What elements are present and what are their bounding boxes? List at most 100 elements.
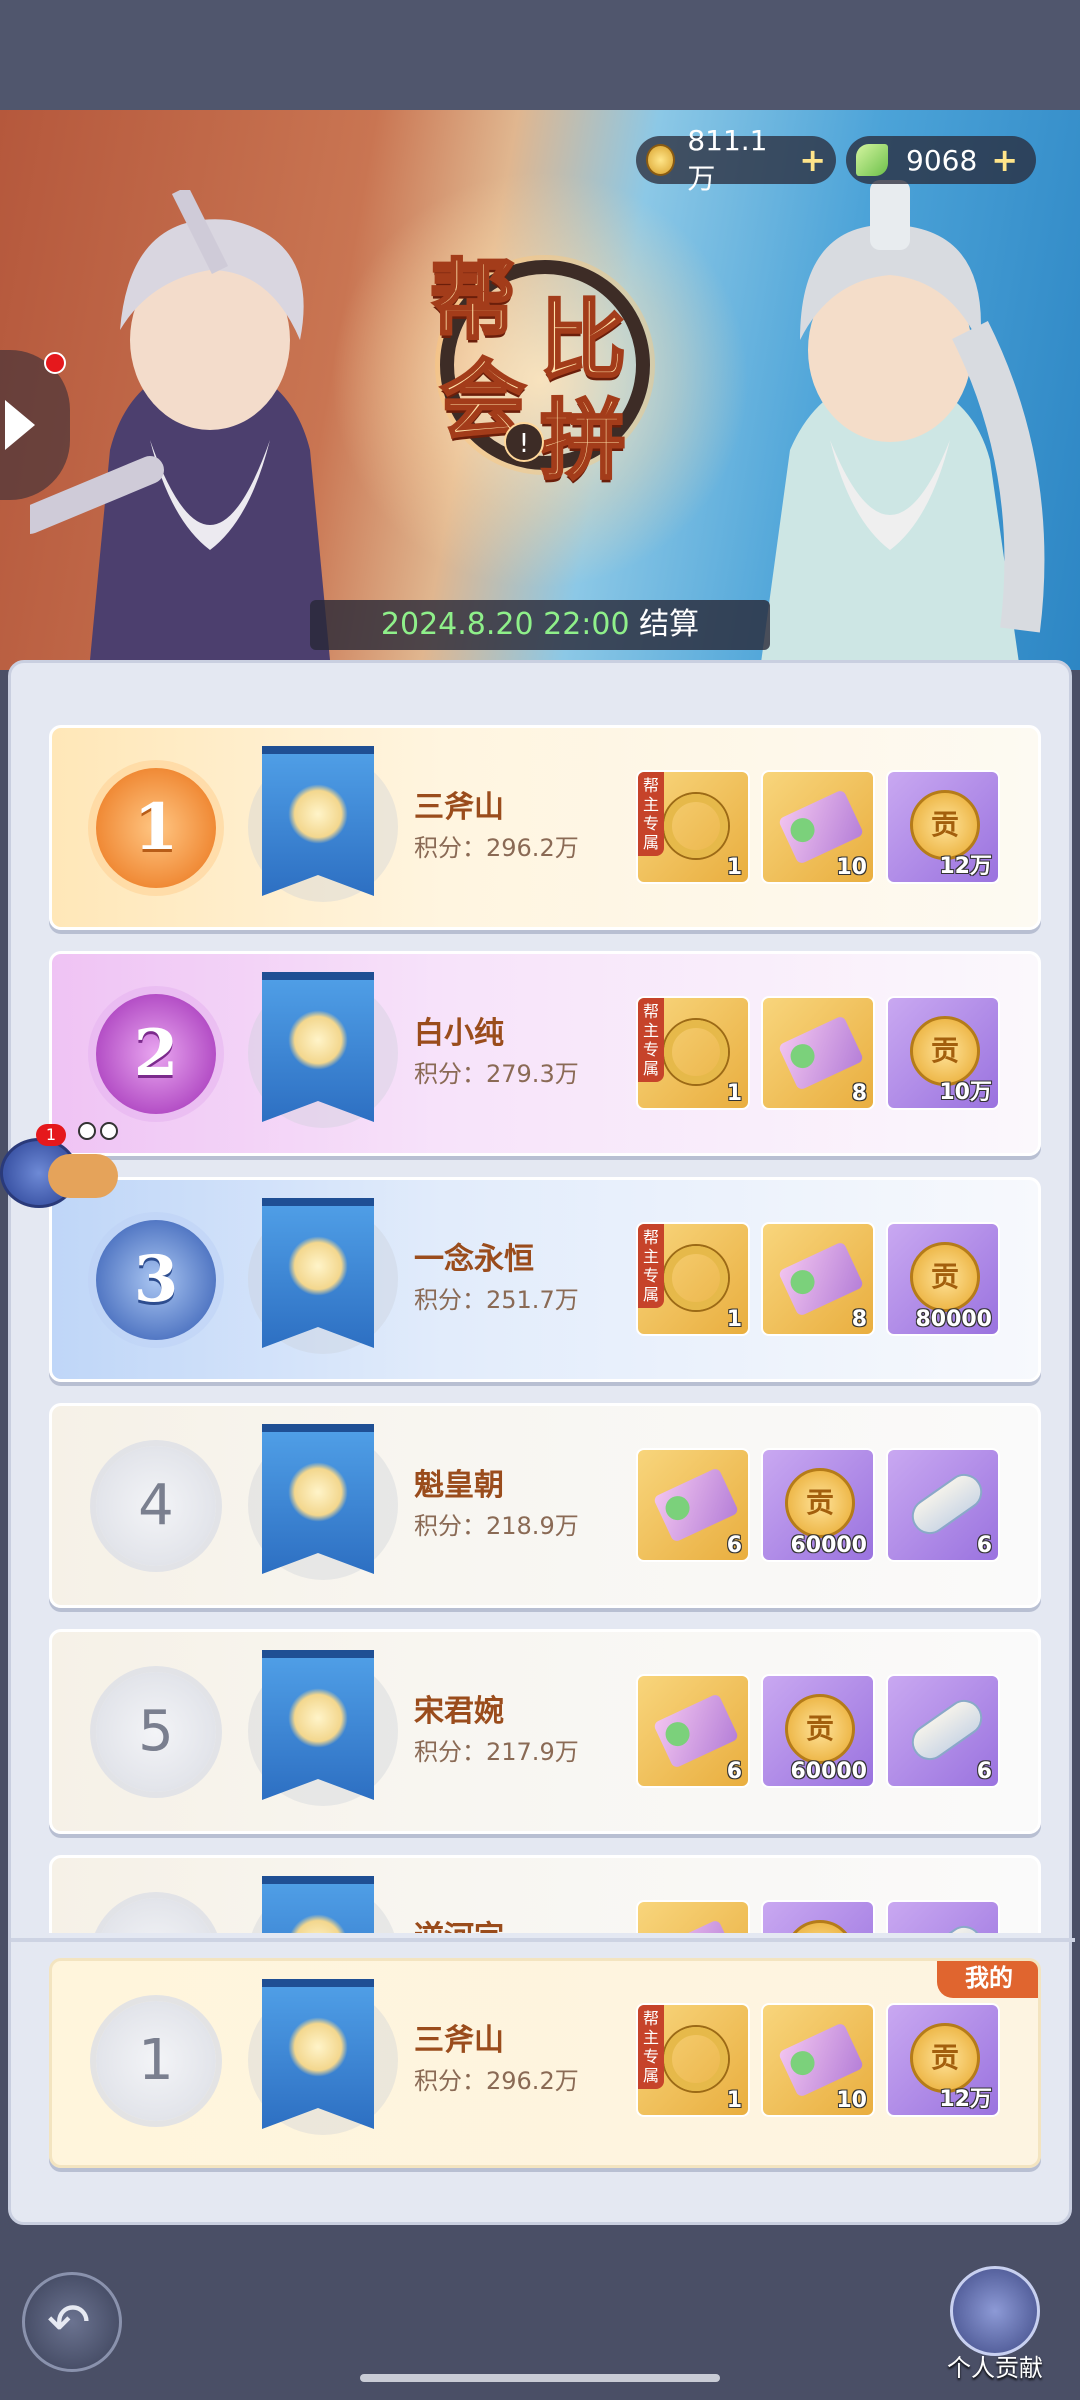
guild-name: 宋君婉 bbox=[414, 1694, 504, 1729]
rank-number: 3 bbox=[96, 1220, 216, 1340]
guild-name: 白小纯 bbox=[414, 1016, 504, 1051]
reward-count: 60000 bbox=[790, 1533, 867, 1558]
snail-body bbox=[48, 1154, 118, 1198]
gold-currency: 811.1万 + bbox=[636, 124, 836, 195]
reward-count: 12万 bbox=[939, 854, 992, 879]
reward-count: 6 bbox=[976, 1759, 992, 1784]
ring-icon bbox=[664, 794, 728, 858]
reward-medal[interactable]: 贡 10万 bbox=[886, 996, 1000, 1110]
reward-scroll[interactable]: 10 bbox=[761, 770, 875, 884]
reward-count: 12万 bbox=[939, 2087, 992, 2112]
rank-number: 4 bbox=[96, 1446, 216, 1566]
reward-count: 1 bbox=[726, 855, 742, 880]
scroll-icon bbox=[652, 1693, 740, 1769]
my-guild-row: 我的 1 三斧山 积分：296.2万 帮主专属 1 10 贡 12万 bbox=[49, 1958, 1041, 2168]
reward-ring[interactable]: 帮主专属 1 bbox=[636, 1222, 750, 1336]
ring-icon bbox=[664, 1246, 728, 1310]
back-button[interactable]: ↶ bbox=[22, 2272, 122, 2372]
elder-right-illustration bbox=[760, 180, 1045, 670]
scroll-icon bbox=[652, 1467, 740, 1543]
medal-icon: 贡 bbox=[785, 1468, 855, 1538]
add-gold-button[interactable]: + bbox=[799, 141, 826, 179]
coin-icon bbox=[646, 144, 676, 176]
leader-exclusive-tag: 帮主专属 bbox=[638, 2005, 664, 2089]
reward-medal[interactable]: 贡 12万 bbox=[886, 770, 1000, 884]
status-bar bbox=[0, 0, 1080, 110]
guild-banner-icon bbox=[262, 972, 374, 1122]
reward-medal[interactable]: 贡 bbox=[761, 1900, 875, 1933]
reward-ring[interactable]: 帮主专属 1 bbox=[636, 770, 750, 884]
guild-name: 三斧山 bbox=[414, 790, 504, 825]
reward-count: 80000 bbox=[915, 1307, 992, 1332]
event-banner: 帮 比 会 拼 ! 811.1万 + 9068 + 2024.8.20 22:0… bbox=[0, 110, 1080, 670]
snail-badge: 1 bbox=[36, 1124, 66, 1146]
reward-scroll[interactable]: 8 bbox=[761, 1222, 875, 1336]
reward-scroll[interactable] bbox=[636, 1900, 750, 1933]
ranking-list[interactable]: 1 三斧山 积分：296.2万 帮主专属 1 10 贡 12万 2 白小纯 积分：279.3万 帮主专… bbox=[11, 683, 1075, 1933]
reward-count: 10万 bbox=[939, 1080, 992, 1105]
ring-icon bbox=[664, 1020, 728, 1084]
reward-medal[interactable]: 贡 60000 bbox=[761, 1448, 875, 1562]
mine-tag: 我的 bbox=[937, 1961, 1038, 1998]
rank-number: 5 bbox=[96, 1672, 216, 1792]
jade-amount: 9068 bbox=[906, 143, 978, 177]
guild-score: 积分：217.9万 bbox=[414, 1738, 579, 1766]
jade-currency: 9068 + bbox=[846, 136, 1036, 184]
medal-icon: 贡 bbox=[785, 1920, 855, 1933]
reward-count: 1 bbox=[726, 2088, 742, 2113]
reward-scroll[interactable]: 6 bbox=[636, 1674, 750, 1788]
snail-eye bbox=[78, 1122, 96, 1140]
reward-count: 8 bbox=[851, 1307, 867, 1332]
scroll-icon bbox=[777, 789, 865, 865]
ranking-panel: 1 三斧山 积分：296.2万 帮主专属 1 10 贡 12万 2 白小纯 积分：279.3万 帮主专… bbox=[8, 660, 1075, 2225]
snail-mascot-button[interactable]: 1 bbox=[0, 1118, 130, 1208]
settle-date: 2024.8.20 22:00 bbox=[380, 607, 630, 642]
guild-score: 积分：296.2万 bbox=[414, 2067, 579, 2095]
guild-score: 积分：279.3万 bbox=[414, 1060, 579, 1088]
scroll-icon bbox=[652, 1919, 740, 1933]
personal-contribution-button[interactable]: 个人贡献 bbox=[940, 2266, 1050, 2386]
scroll-icon bbox=[777, 2022, 865, 2098]
medal-icon: 贡 bbox=[910, 1242, 980, 1312]
guild-banner-icon bbox=[262, 1650, 374, 1800]
ranking-row: 4 魁皇朝 积分：218.9万 6 贡 60000 6 bbox=[49, 1403, 1041, 1608]
reward-roll[interactable]: 6 bbox=[886, 1674, 1000, 1788]
guild-banner-icon bbox=[262, 746, 374, 896]
reward-count: 8 bbox=[851, 1081, 867, 1106]
reward-scroll[interactable]: 10 bbox=[761, 2003, 875, 2117]
reward-scroll[interactable]: 8 bbox=[761, 996, 875, 1110]
reward-scroll[interactable]: 6 bbox=[636, 1448, 750, 1562]
reward-ring[interactable]: 帮主专属 1 bbox=[636, 996, 750, 1110]
reward-medal[interactable]: 贡 60000 bbox=[761, 1674, 875, 1788]
reward-ring[interactable]: 帮主专属 1 bbox=[636, 2003, 750, 2117]
reward-count: 1 bbox=[726, 1307, 742, 1332]
add-jade-button[interactable]: + bbox=[991, 141, 1018, 179]
reward-roll[interactable]: 6 bbox=[886, 1448, 1000, 1562]
scroll-icon bbox=[777, 1015, 865, 1091]
reward-roll[interactable] bbox=[886, 1900, 1000, 1933]
info-icon[interactable]: ! bbox=[504, 422, 544, 462]
guild-name: 魁皇朝 bbox=[414, 1468, 504, 1503]
reward-medal[interactable]: 贡 80000 bbox=[886, 1222, 1000, 1336]
roll-icon bbox=[904, 1918, 990, 1933]
leader-exclusive-tag: 帮主专属 bbox=[638, 998, 664, 1082]
event-logo: 帮 比 会 拼 ! bbox=[420, 230, 680, 493]
reward-medal[interactable]: 贡 12万 bbox=[886, 2003, 1000, 2117]
home-indicator[interactable] bbox=[360, 2374, 720, 2382]
contribution-label: 个人贡献 bbox=[947, 2354, 1043, 2382]
elder-left-illustration bbox=[30, 190, 330, 660]
reward-count: 10 bbox=[836, 855, 867, 880]
guild-name: 逆河宗 bbox=[414, 1912, 504, 1933]
reward-count: 60000 bbox=[790, 1759, 867, 1784]
leader-exclusive-tag: 帮主专属 bbox=[638, 1224, 664, 1308]
roll-icon bbox=[904, 1466, 990, 1542]
medal-icon: 贡 bbox=[785, 1694, 855, 1764]
reward-count: 6 bbox=[726, 1759, 742, 1784]
reward-count: 1 bbox=[726, 1081, 742, 1106]
reward-count: 6 bbox=[976, 1533, 992, 1558]
guild-banner-icon bbox=[262, 1979, 374, 2129]
jade-icon bbox=[856, 144, 888, 176]
back-arrow-icon: ↶ bbox=[47, 2293, 91, 2353]
rank-number: 6 bbox=[96, 1898, 216, 1933]
guild-banner-icon bbox=[262, 1424, 374, 1574]
